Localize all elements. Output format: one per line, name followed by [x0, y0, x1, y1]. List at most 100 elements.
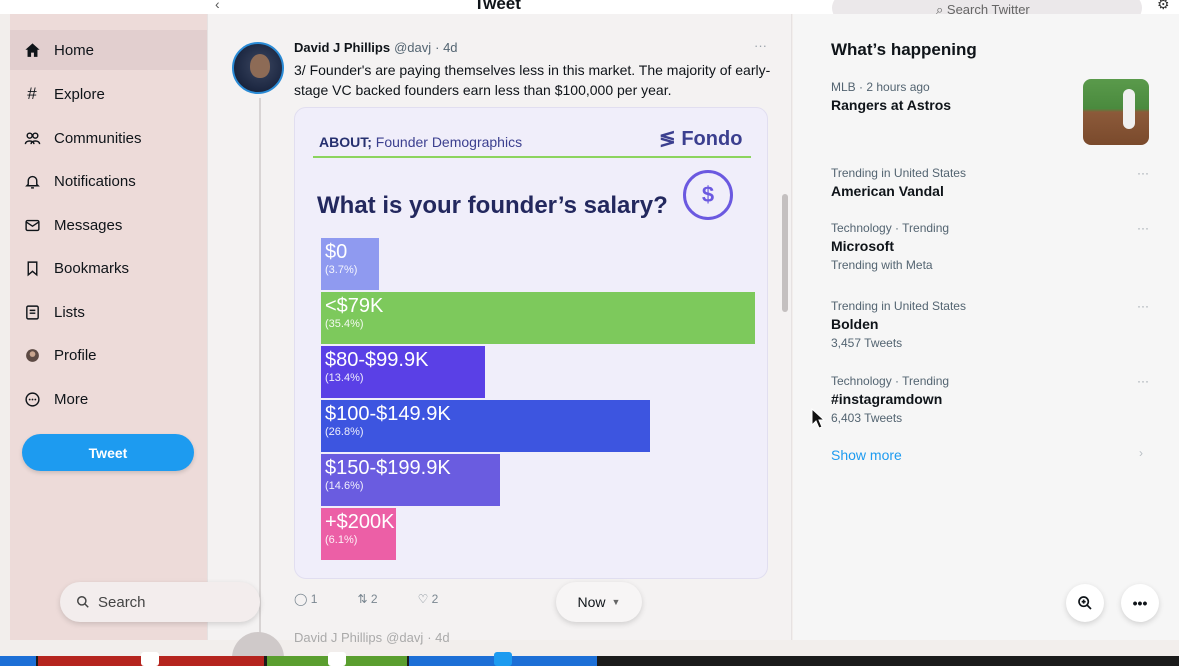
- sidebar-item-label: Explore: [54, 85, 105, 103]
- next-author-handle[interactable]: @davj: [386, 630, 423, 645]
- search-icon: [77, 596, 89, 608]
- sidebar-item-label: Home: [54, 41, 95, 59]
- chart-bar: $80-$99.9K (13.4%): [321, 346, 485, 398]
- mouse-cursor-icon: [811, 408, 825, 429]
- sidebar-item-label: Lists: [54, 303, 85, 321]
- chart-bar: +$200K (6.1%): [321, 508, 396, 560]
- whats-happening-title: What’s happening: [831, 40, 977, 59]
- heart-icon: ♡: [417, 592, 429, 606]
- tweet-button[interactable]: Tweet: [22, 434, 194, 471]
- retweet-count: 2: [370, 592, 378, 606]
- sidebar-item-explore[interactable]: # Explore: [10, 74, 207, 114]
- sidebar-item-label: Bookmarks: [54, 259, 130, 277]
- author-name[interactable]: David J Phillips: [294, 40, 390, 55]
- chart-title: What is your founder’s salary?: [317, 192, 668, 219]
- sidebar-item-label: Profile: [54, 346, 97, 364]
- trend-more-icon[interactable]: ···: [1137, 299, 1149, 313]
- communities-icon: [10, 128, 54, 148]
- trend-name: #instagramdown: [831, 391, 943, 407]
- author-handle[interactable]: @davj: [394, 40, 431, 55]
- overlay-search-label: Search: [98, 593, 146, 611]
- now-label: Now: [577, 594, 606, 610]
- sidebar-item-home[interactable]: Home: [10, 30, 207, 70]
- trend-meta: Technology · Trending: [831, 374, 950, 388]
- overlay-more-button[interactable]: •••: [1121, 584, 1159, 622]
- feed-scrollbar[interactable]: [782, 194, 788, 312]
- sidebar-item-label: Notifications: [54, 172, 136, 190]
- twitter-icon: [494, 652, 512, 666]
- bar-category-label: +$200K: [325, 511, 395, 533]
- taskbar: [0, 652, 1179, 666]
- show-more-link[interactable]: Show more: [831, 447, 902, 463]
- reply-count: 1: [310, 592, 318, 606]
- trend-more-icon[interactable]: ···: [1137, 166, 1149, 180]
- tweet-actions: ◯ 1 ⇅ 2 ♡ 2: [294, 592, 534, 612]
- tweet-more-icon[interactable]: ···: [754, 38, 767, 53]
- trend-name: Microsoft: [831, 238, 894, 254]
- bar-value-label: (26.8%): [325, 426, 364, 438]
- next-author-name[interactable]: David J Phillips: [294, 630, 382, 645]
- sidebar-item-messages[interactable]: Messages: [10, 205, 207, 245]
- page-title: Tweet: [474, 0, 521, 13]
- sidebar-item-bookmarks[interactable]: Bookmarks: [10, 248, 207, 288]
- sidebar-item-label: Communities: [54, 129, 142, 147]
- trend-meta: Trending in United States: [831, 166, 966, 180]
- trend-sub: 3,457 Tweets: [831, 336, 903, 350]
- profile-avatar-icon: [10, 345, 54, 365]
- bar-category-label: $80-$99.9K: [325, 349, 429, 371]
- trend-more-icon[interactable]: ···: [1137, 221, 1149, 235]
- author-avatar[interactable]: [232, 42, 284, 94]
- bell-icon: [10, 171, 54, 191]
- chevron-right-icon: ›: [1139, 446, 1143, 460]
- sidebar: Home # Explore Communities Notifications…: [10, 14, 207, 640]
- sidebar-item-label: More: [54, 390, 89, 408]
- bar-value-label: (13.4%): [325, 372, 364, 384]
- about-rest: Founder Demographics: [371, 134, 523, 150]
- trend-thumbnail[interactable]: [1083, 79, 1149, 145]
- retweet-action[interactable]: ⇅ 2: [357, 592, 377, 612]
- fondo-brand: Fondo: [681, 128, 743, 150]
- bar-value-label: (14.6%): [325, 480, 364, 492]
- bar-value-label: (6.1%): [325, 534, 358, 546]
- tweet-feed: David J Phillips @davj · 4d ··· 3/ Found…: [207, 14, 792, 666]
- sidebar-item-label: Messages: [54, 216, 123, 234]
- top-bar: ‹ Tweet ⌕ Search Twitter ⚙: [0, 0, 1179, 22]
- reply-action[interactable]: ◯ 1: [294, 592, 317, 612]
- sidebar-item-communities[interactable]: Communities: [10, 118, 207, 158]
- trend-meta: Technology · Trending: [831, 221, 950, 235]
- chart-bar: $0 (3.7%): [321, 238, 379, 290]
- list-icon: [10, 302, 54, 322]
- trend-name: American Vandal: [831, 183, 944, 199]
- sidebar-item-more[interactable]: More: [10, 379, 207, 419]
- bar-category-label: $0: [325, 241, 348, 263]
- gear-icon[interactable]: ⚙: [1157, 0, 1170, 13]
- now-dropdown[interactable]: Now ▼: [556, 582, 642, 622]
- taskbar-app[interactable]: [0, 656, 36, 666]
- fondo-logo: ≶ Fondo: [659, 126, 742, 151]
- next-tweet-time: · 4d: [427, 630, 450, 645]
- bar-category-label: <$79K: [325, 295, 384, 317]
- like-action[interactable]: ♡ 2: [418, 592, 439, 612]
- zoom-button[interactable]: [1066, 584, 1104, 622]
- like-count: 2: [431, 592, 439, 606]
- sidebar-item-lists[interactable]: Lists: [10, 292, 207, 332]
- tweet-time: · 4d: [435, 40, 458, 55]
- back-arrow-icon[interactable]: ‹: [215, 0, 220, 12]
- sidebar-item-profile[interactable]: Profile: [10, 335, 207, 375]
- whats-happening-panel: What’s happening MLB · 2 hours ago Range…: [793, 14, 1179, 640]
- thread-line: [259, 98, 261, 638]
- trend-item[interactable]: Trending in United States American Vanda…: [831, 166, 1151, 199]
- zoom-in-icon: [1078, 596, 1092, 610]
- trend-item[interactable]: Trending in United States Bolden 3,457 T…: [831, 299, 1151, 350]
- overlay-search-button[interactable]: Search: [60, 582, 260, 622]
- trend-name: Bolden: [831, 316, 879, 332]
- card-about: ABOUT; Founder Demographics: [319, 134, 522, 150]
- media-card[interactable]: ABOUT; Founder Demographics ≶ Fondo What…: [294, 107, 768, 579]
- trend-sub: Trending with Meta: [831, 258, 933, 272]
- next-tweet-header: David J Phillips @davj · 4d: [294, 630, 450, 645]
- trend-more-icon[interactable]: ···: [1137, 374, 1149, 388]
- trend-item[interactable]: Technology · Trending #instagramdown 6,4…: [831, 374, 1151, 425]
- sidebar-item-notifications[interactable]: Notifications: [10, 161, 207, 201]
- chart-bar: $150-$199.9K (14.6%): [321, 454, 500, 506]
- trend-item[interactable]: Technology · Trending Microsoft Trending…: [831, 221, 1151, 272]
